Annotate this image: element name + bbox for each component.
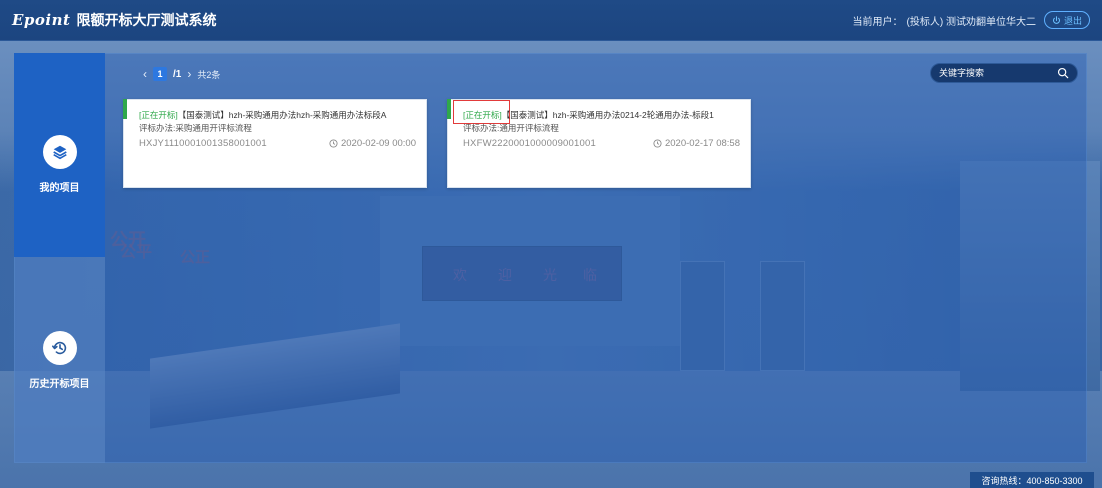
open-time-value: 2020-02-09 00:00 <box>340 138 416 149</box>
clock-icon <box>329 139 338 148</box>
record-count: 共2条 <box>197 69 221 80</box>
project-card[interactable]: [正在开标]【国泰测试】hzh-采购通用办法0214-2轮通用办法-标段1 评标… <box>447 99 751 188</box>
pagination: ‹ 1 /1 › 共2条 <box>143 67 220 81</box>
user-area: 当前用户： (投标人) 测试劝翻单位华大二 退出 <box>853 11 1090 29</box>
top-bar: Epoint 限额开标大厅测试系统 当前用户： (投标人) 测试劝翻单位华大二 … <box>0 0 1102 41</box>
hotline: 咨询热线：400-850-3300 <box>970 472 1094 488</box>
open-time: 2020-02-09 00:00 <box>329 138 416 149</box>
layers-icon <box>42 135 77 169</box>
search-icon[interactable] <box>1057 67 1069 79</box>
open-time-value: 2020-02-17 08:58 <box>664 138 740 149</box>
clock-icon <box>653 139 662 148</box>
search-input[interactable] <box>939 68 1057 78</box>
evaluation-flow: 评标办法:通用开评标流程 <box>463 123 559 133</box>
sidebar-item-history-projects[interactable]: 历史开标项目 <box>14 257 105 463</box>
open-time: 2020-02-17 08:58 <box>653 138 740 149</box>
history-icon <box>42 331 77 365</box>
project-title-line: [正在开标]【国泰测试】hzh-采购通用办法hzh-采购通用办法标段A <box>139 109 418 121</box>
project-title-line: [正在开标]【国泰测试】hzh-采购通用办法0214-2轮通用办法-标段1 <box>463 109 742 121</box>
project-card[interactable]: [正在开标]【国泰测试】hzh-采购通用办法hzh-采购通用办法标段A 评标办法… <box>123 99 427 188</box>
status-badge: [正在开标] <box>139 110 178 120</box>
project-title: 【国泰测试】hzh-采购通用办法0214-2轮通用办法-标段1 <box>501 110 714 120</box>
sidebar: 我的项目 历史开标项目 <box>14 53 105 463</box>
sidebar-item-label: 我的项目 <box>39 183 80 194</box>
sidebar-item-label: 历史开标项目 <box>29 379 90 390</box>
evaluation-flow: 评标办法:采购通用开评标流程 <box>139 123 252 133</box>
power-icon <box>1052 15 1060 24</box>
brand-logo: Epoint <box>12 11 71 29</box>
status-marker <box>123 99 127 119</box>
logout-button[interactable]: 退出 <box>1043 11 1090 29</box>
prev-page-button[interactable]: ‹ <box>143 67 147 81</box>
app-title: 限额开标大厅测试系统 <box>76 12 217 28</box>
status-badge: [正在开标] <box>463 110 502 120</box>
current-user-name: (投标人) 测试劝翻单位华大二 <box>906 16 1036 28</box>
search-box <box>930 63 1078 83</box>
project-code: HXFW2220001000009001001 <box>463 138 596 149</box>
total-pages: /1 <box>173 68 182 80</box>
project-title: 【国泰测试】hzh-采购通用办法hzh-采购通用办法标段A <box>177 110 387 120</box>
current-user-label: 当前用户： <box>852 16 903 28</box>
logout-label: 退出 <box>1063 15 1082 26</box>
sidebar-item-my-projects[interactable]: 我的项目 <box>14 53 105 257</box>
status-marker <box>447 99 451 119</box>
current-page[interactable]: 1 <box>153 67 167 81</box>
project-code: HXJY1110001001358001001 <box>139 138 267 149</box>
next-page-button[interactable]: › <box>187 67 191 81</box>
